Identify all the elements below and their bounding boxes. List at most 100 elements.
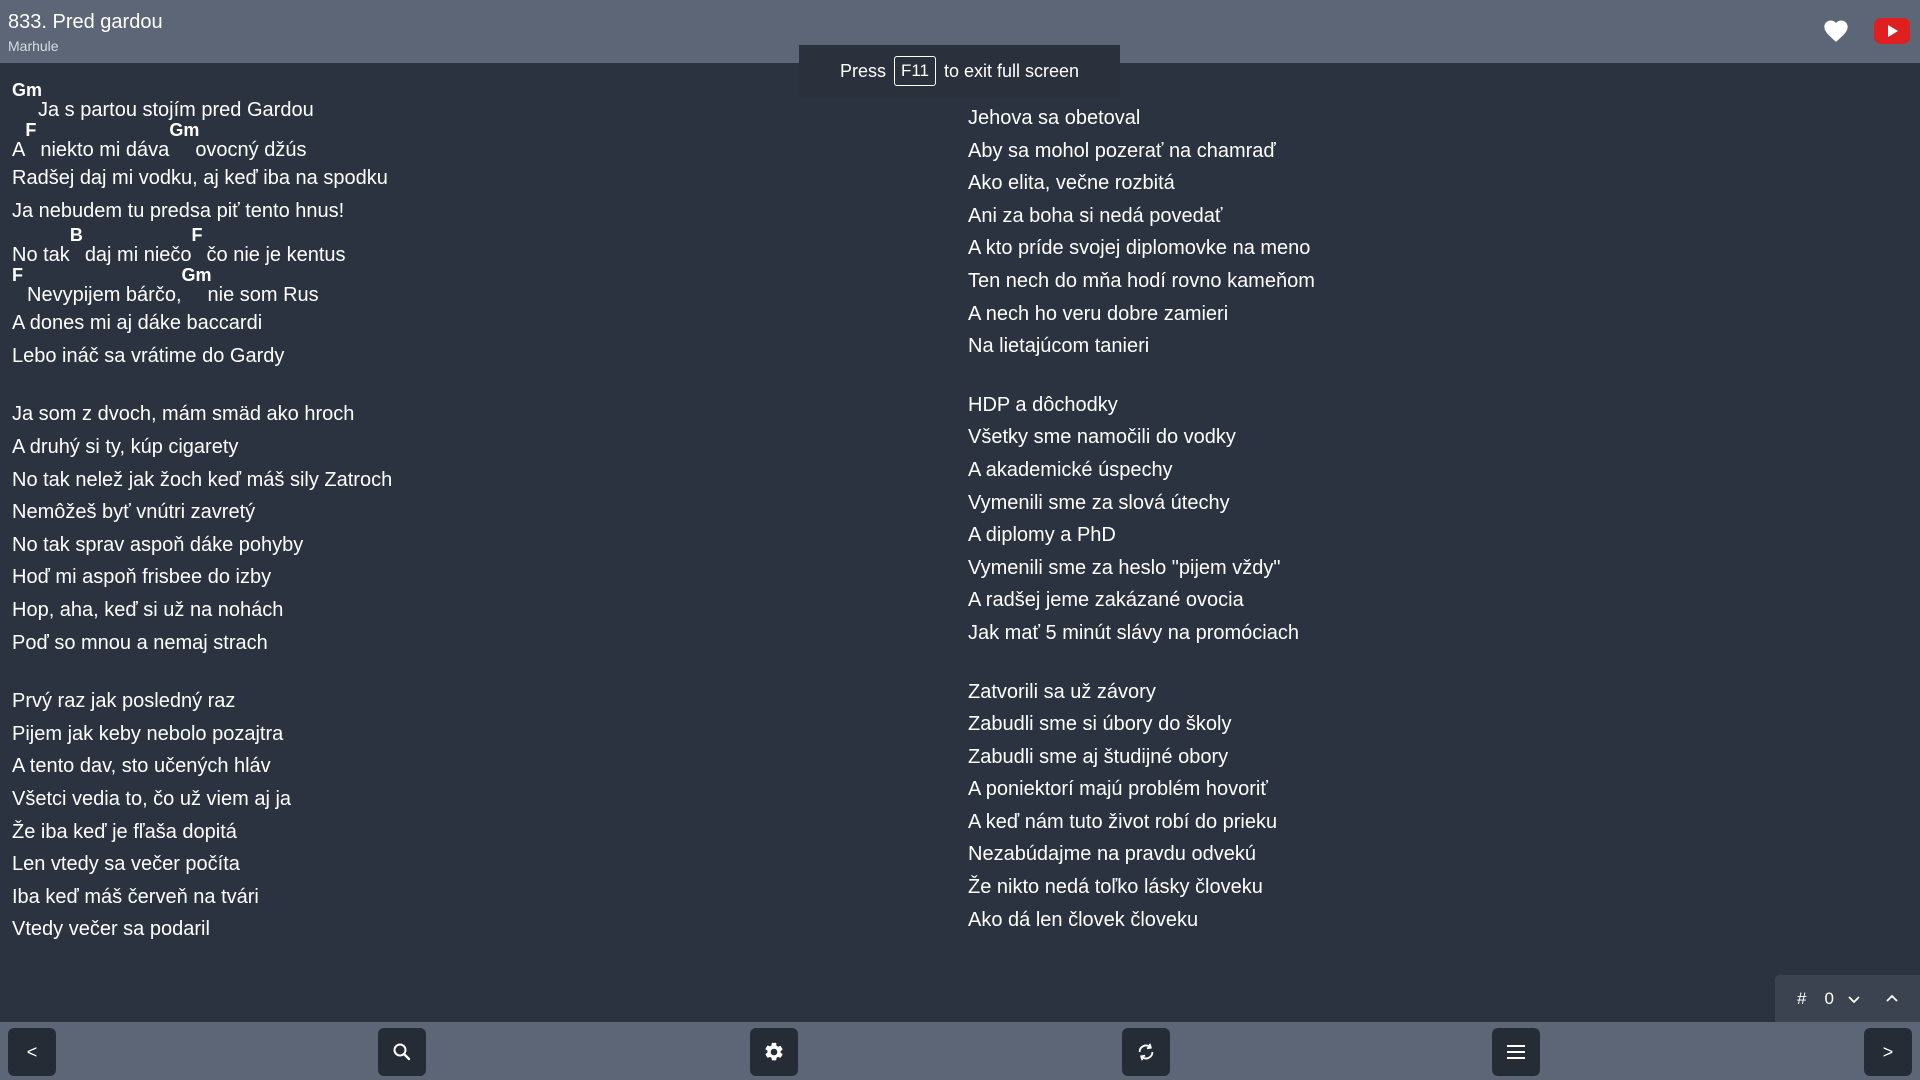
lyric-text: Poď so mnou a nemaj strach [12,631,268,654]
stanza-gap [12,372,912,398]
lyric-segment: Fniekto mi dáva [25,121,170,162]
chord-label: F [12,265,23,286]
lyric-line: Len vtedy sa večer počíta [12,848,912,881]
lyric-text: Lebo ináč sa vrátime do Gardy [12,344,285,367]
lyric-segment: Ja nebudem tu predsa piť tento hnus! [12,195,344,228]
chord-label: Gm [181,265,212,286]
lyric-segment: Hoď mi aspoň frisbee do izby [12,561,271,594]
lyric-line: No tak Bdaj mi niečo Fčo nie je kentus [12,226,912,267]
settings-button[interactable] [750,1028,798,1076]
chord-label: Gm [12,80,43,100]
lyric-text: A nech ho veru dobre zamieri [968,302,1229,325]
lyric-text: Všetci vedia to, čo už viem aj ja [12,787,292,810]
song-title: 833. Pred gardou [8,11,163,33]
heart-icon[interactable] [1822,17,1850,45]
lyric-segment: A druhý si ty, kúp cigarety [12,431,238,464]
stanza-gap [968,650,1868,676]
lyric-segment: Že nikto nedá toľko lásky človeku [968,871,1263,904]
lyric-line: F Nevypijem bárčo, Gm nie som Rus [12,265,912,307]
fullscreen-notice: Press F11 to exit full screen [799,45,1120,97]
lyric-text: Zatvorili sa už závory [968,680,1156,703]
lyric-text: Nezabúdajme na pravdu odvekú [968,843,1256,866]
lyric-text: Len vtedy sa večer počíta [12,853,240,876]
lyric-segment: Aby sa mohol pozerať na chamraď [968,135,1276,168]
lyric-line: Radšej daj mi vodku, aj keď iba na spodk… [12,162,912,195]
lyric-segment: Zabudli sme aj študijné obory [968,741,1228,774]
chevron-up-icon[interactable] [1884,991,1900,1007]
lyric-line: A keď nám tuto život robí do prieku [968,806,1868,839]
lyric-segment: Že iba keď je fľaša dopitá [12,816,237,849]
lyric-line: Vtedy večer sa podaril [12,913,912,946]
search-button[interactable] [378,1028,426,1076]
lyric-line: Že nikto nedá toľko lásky človeku [968,871,1868,904]
lyric-text: Iba keď máš červeň na tvári [12,885,259,908]
lyric-line: Aby sa mohol pozerať na chamraď [968,135,1868,168]
lyric-segment: Zatvorili sa už závory [968,676,1156,709]
lyric-segment: Gm ovocný džús [169,121,307,162]
lyric-text: Hoď mi aspoň frisbee do izby [12,566,272,589]
lyric-text: Ja s partou stojím pred Gardou [38,99,314,121]
lyric-text: No tak nelež jak žoch keď máš sily Zatro… [12,468,393,491]
lyric-text: Vymenili sme za heslo "pijem vždy" [968,556,1281,579]
lyric-segment: Nemôžeš byť vnútri zavretý [12,496,255,529]
lyric-line: Jak mať 5 minút slávy na promóciach [968,617,1868,650]
lyric-line: Na lietajúcom tanieri [968,330,1868,363]
fullscreen-notice-suffix: to exit full screen [944,60,1080,81]
lyric-segment: Ja som z dvoch, mám smäd ako hroch [12,398,354,431]
lyric-text: Že nikto nedá toľko lásky človeku [968,876,1263,899]
menu-button[interactable] [1492,1028,1540,1076]
lyric-line: Ako dá len človek človeku [968,904,1868,937]
lyric-segment: No tak [12,243,70,267]
transpose-control: # 0 [1775,975,1920,1022]
lyric-line: Hoď mi aspoň frisbee do izby [12,561,912,594]
lyric-segment: A keď nám tuto život robí do prieku [968,806,1277,839]
chord-label: F [25,120,37,140]
lyric-text: A kto príde svojej diplomovke na meno [968,237,1311,260]
youtube-icon[interactable] [1874,16,1910,46]
lyric-text: Ja som z dvoch, mám smäd ako hroch [12,403,355,426]
lyric-line: Poď so mnou a nemaj strach [12,627,912,660]
lyric-text: Radšej daj mi vodku, aj keď iba na spodk… [12,167,388,189]
lyric-segment: No tak sprav aspoň dáke pohyby [12,529,303,562]
sync-icon [1138,1043,1154,1061]
lyric-line: A radšej jeme zakázané ovocia [968,584,1868,617]
lyric-line: Zatvorili sa už závory [968,676,1868,709]
lyric-segment: Zabudli sme si úbory do školy [968,708,1231,741]
lyric-line: Že iba keď je fľaša dopitá [12,816,912,849]
next-song-button[interactable]: > [1864,1028,1912,1076]
gear-icon [765,1042,783,1061]
lyric-segment: Ako dá len človek človeku [968,904,1198,937]
lyric-line: Nezabúdajme na pravdu odvekú [968,838,1868,871]
lyric-segment: A tento dav, sto učených hláv [12,750,271,783]
lyric-text: A radšej jeme zakázané ovocia [968,589,1244,612]
lyric-line: A tento dav, sto učených hláv [12,750,912,783]
lyric-segment: A akademické úspechy [968,454,1173,487]
lyric-text: ovocný džús [195,139,307,161]
sync-button[interactable] [1122,1028,1170,1076]
lyric-segment: Vtedy večer sa podaril [12,913,210,946]
lyric-segment: F Nevypijem bárčo, [12,266,182,307]
lyric-text: A diplomy a PhD [968,524,1116,547]
lyric-text: Ako elita, večne rozbitá [968,172,1175,195]
fullscreen-key: F11 [893,56,936,86]
lyric-line: A kto príde svojej diplomovke na meno [968,232,1868,265]
search-icon [393,1043,411,1061]
stanza-gap [968,363,1868,389]
lyric-segment: Vymenili sme za heslo "pijem vždy" [968,552,1280,585]
lyric-segment: Na lietajúcom tanieri [968,330,1149,363]
lyric-text: A keď nám tuto život robí do prieku [968,810,1278,833]
lyric-text: Ako dá len človek človeku [968,908,1199,931]
lyric-line: HDP a dôchodky [968,389,1868,422]
lyric-segment: Pijem jak keby nebolo pozajtra [12,718,283,751]
previous-song-button[interactable]: < [8,1028,56,1076]
stanza-gap [12,659,912,685]
lyric-text: Na lietajúcom tanieri [968,335,1150,358]
lyric-segment: Jehova sa obetoval [968,102,1140,135]
lyric-text: Jehova sa obetoval [968,107,1141,129]
song-artist: Marhule [8,38,59,54]
lyric-text: niekto mi dáva [40,139,170,161]
lyric-text: Zabudli sme aj študijné obory [968,745,1229,768]
lyric-segment: Ten nech do mňa hodí rovno kameňom [968,265,1315,298]
lyric-segment: Nezabúdajme na pravdu odvekú [968,838,1256,871]
chevron-down-icon[interactable] [1846,991,1862,1007]
